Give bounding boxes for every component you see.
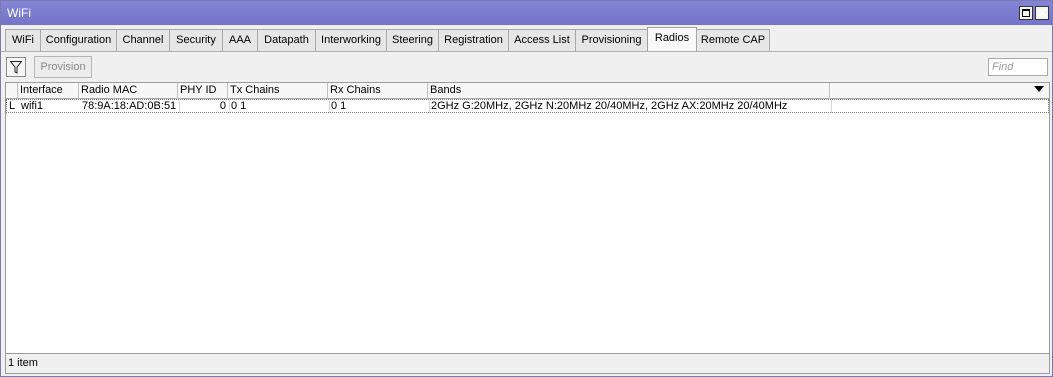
column-divider (329, 100, 330, 113)
title-bar[interactable]: WiFi × (1, 1, 1052, 25)
table-row[interactable]: L wifi1 78:9A:18:AD:0B:51 0 0 1 0 1 2GHz… (6, 99, 1049, 113)
tab-wifi[interactable]: WiFi (5, 29, 41, 51)
header-radio-mac[interactable]: Radio MAC (79, 83, 178, 99)
tab-interworking[interactable]: Interworking (315, 29, 387, 51)
window-title: WiFi (7, 6, 31, 20)
restore-icon (1022, 9, 1030, 17)
tab-registration[interactable]: Registration (438, 29, 509, 51)
tab-steering[interactable]: Steering (386, 29, 439, 51)
row-bands: 2GHz G:20MHz, 2GHz N:20MHz 20/40MHz, 2GH… (431, 100, 788, 112)
close-button[interactable]: × (1035, 5, 1049, 20)
tab-security[interactable]: Security (169, 29, 223, 51)
row-tx-chains: 0 1 (231, 100, 247, 112)
tab-remote-cap[interactable]: Remote CAP (696, 29, 770, 51)
wifi-window: WiFi × WiFi Configuration Channel Securi… (0, 0, 1053, 377)
column-divider (179, 100, 180, 113)
column-divider (229, 100, 230, 113)
column-divider (831, 100, 832, 113)
restore-button[interactable] (1019, 6, 1033, 20)
header-rx-chains[interactable]: Rx Chains (328, 83, 428, 99)
tab-aaa[interactable]: AAA (222, 29, 258, 51)
toolbar: Provision (1, 51, 1052, 81)
find-input[interactable] (988, 58, 1048, 76)
tab-channel[interactable]: Channel (116, 29, 170, 51)
header-spare (830, 83, 1049, 99)
filter-button[interactable] (6, 57, 26, 77)
tab-provisioning[interactable]: Provisioning (575, 29, 648, 51)
status-bar: 1 item (5, 354, 1050, 374)
row-phy-id: 0 (219, 100, 226, 112)
row-rx-chains: 0 1 (331, 100, 347, 112)
close-icon: × (1038, 5, 1046, 20)
radios-table: Interface Radio MAC PHY ID Tx Chains Rx … (5, 82, 1050, 354)
row-interface: wifi1 (21, 100, 44, 112)
header-bands[interactable]: Bands (428, 83, 830, 99)
table-header: Interface Radio MAC PHY ID Tx Chains Rx … (6, 83, 1049, 99)
tab-configuration[interactable]: Configuration (40, 29, 117, 51)
item-count: 1 item (8, 357, 38, 369)
provision-button[interactable]: Provision (34, 56, 92, 78)
header-phy-id[interactable]: PHY ID (178, 83, 228, 99)
tab-access-list[interactable]: Access List (508, 29, 576, 51)
tab-datapath[interactable]: Datapath (257, 29, 316, 51)
header-interface[interactable]: Interface (18, 83, 79, 99)
row-radio-mac: 78:9A:18:AD:0B:51 (82, 100, 177, 112)
column-chooser-icon[interactable] (1034, 86, 1044, 92)
header-tx-chains[interactable]: Tx Chains (228, 83, 328, 99)
row-flag: L (9, 100, 16, 112)
tab-radios[interactable]: Radios (647, 27, 697, 51)
header-flag[interactable] (6, 83, 18, 99)
column-divider (429, 100, 430, 113)
filter-icon (10, 61, 22, 74)
